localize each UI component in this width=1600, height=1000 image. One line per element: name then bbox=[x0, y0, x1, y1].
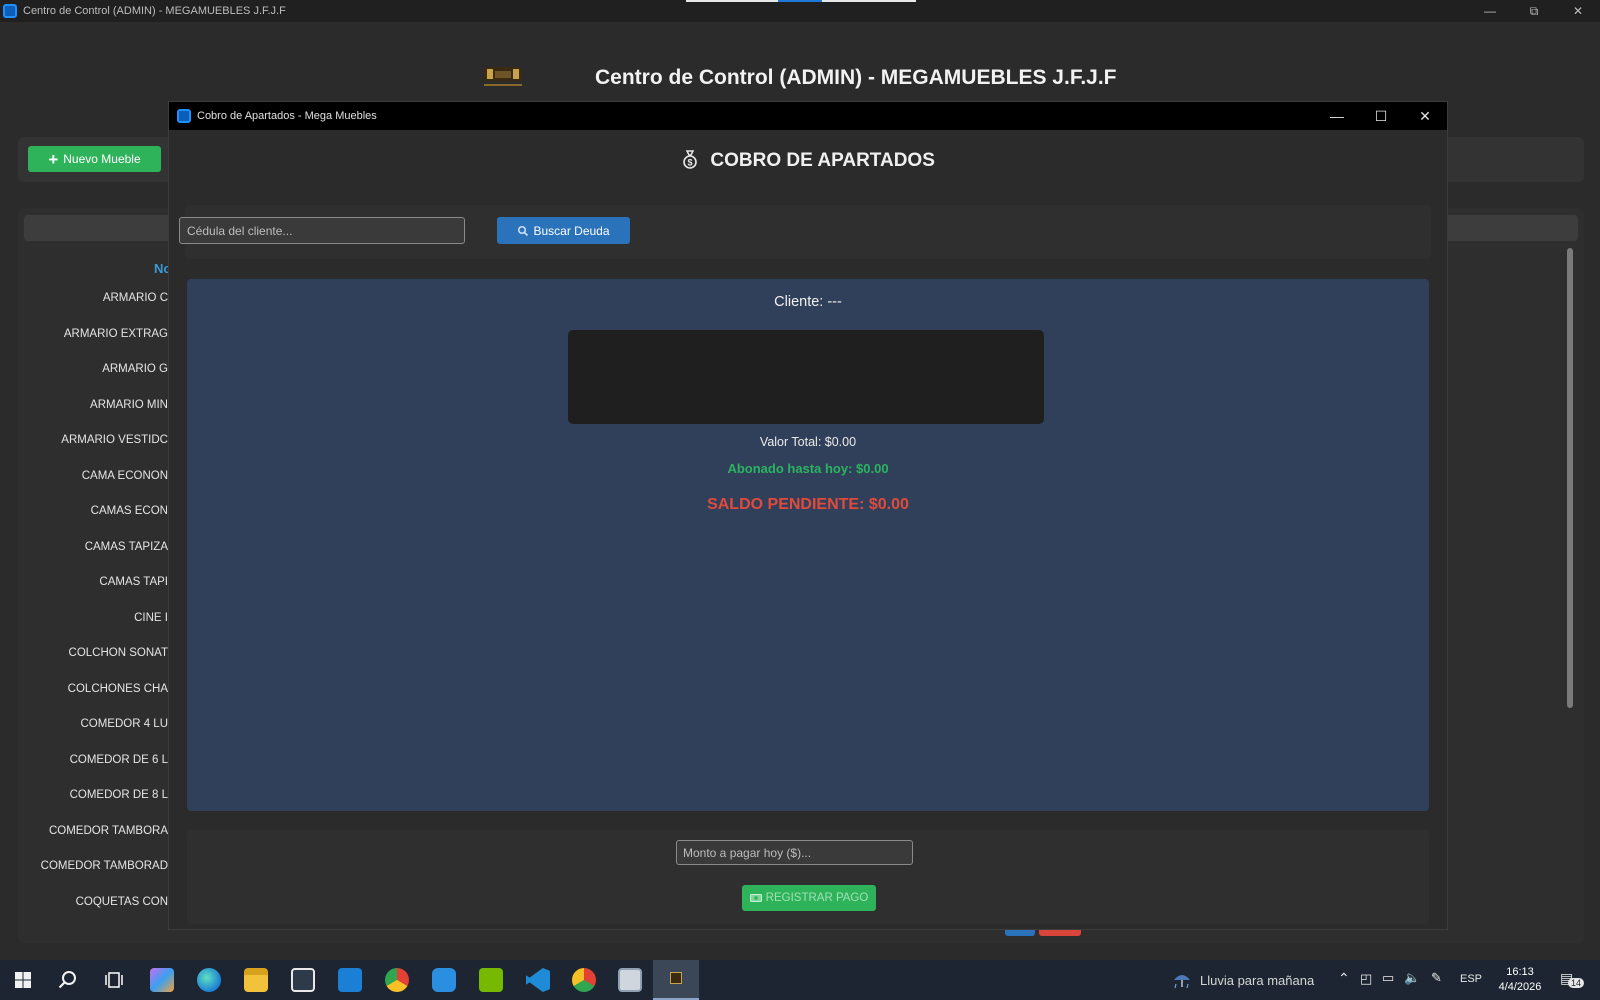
weather-text[interactable]: Lluvia para mañana bbox=[1200, 973, 1314, 988]
dialog-title: Cobro de Apartados - Mega Muebles bbox=[197, 110, 377, 122]
main-titlebar: Centro de Control (ADMIN) - MEGAMUEBLES … bbox=[0, 0, 1600, 22]
search-debt-button[interactable]: Buscar Deuda bbox=[497, 217, 630, 244]
register-payment-label: REGISTRAR PAGO bbox=[765, 892, 869, 904]
product-list-item[interactable]: COMEDOR TAMBORAD bbox=[0, 860, 168, 872]
volume-icon[interactable]: 🔈 bbox=[1404, 970, 1420, 986]
product-list-item[interactable]: ARMARIO MIN bbox=[0, 399, 168, 411]
file-explorer-icon[interactable] bbox=[244, 968, 268, 992]
dialog-minimize-button[interactable]: — bbox=[1315, 102, 1359, 130]
vscode-icon[interactable] bbox=[526, 968, 550, 992]
payment-dialog: Cobro de Apartados - Mega Muebles — ☐ ✕ … bbox=[168, 101, 1448, 930]
product-list-item[interactable]: COMEDOR DE 6 L bbox=[0, 754, 168, 766]
app-icon bbox=[3, 4, 17, 18]
main-window-title: Centro de Control (ADMIN) - MEGAMUEBLES … bbox=[23, 5, 286, 17]
product-list-item[interactable]: COLCHON SONAT bbox=[0, 647, 168, 659]
microsoft-store-icon[interactable] bbox=[291, 968, 315, 992]
app-icon[interactable] bbox=[432, 968, 456, 992]
rain-cloud-icon bbox=[1174, 975, 1190, 989]
main-header: Centro de Control (ADMIN) - MEGAMUEBLES … bbox=[0, 50, 1600, 105]
new-furniture-button[interactable]: + Nuevo Mueble bbox=[28, 146, 161, 172]
python-app-icon[interactable] bbox=[618, 968, 642, 992]
taskbar: Lluvia para mañana ⌃ ◰ ▭ 🔈 ✎ ESP 16:13 4… bbox=[0, 960, 1600, 1000]
client-label: Cliente: --- bbox=[774, 294, 842, 310]
camera-icon[interactable]: ◰ bbox=[1360, 971, 1372, 987]
chevron-up-icon[interactable]: ⌃ bbox=[1338, 970, 1350, 987]
product-list-item[interactable]: CAMAS ECON bbox=[0, 505, 168, 517]
product-list-item[interactable]: ARMARIO EXTRAG bbox=[0, 328, 168, 340]
search-icon bbox=[518, 225, 529, 236]
money-bag-icon: $ bbox=[683, 150, 697, 169]
company-logo bbox=[484, 67, 522, 86]
scrollbar-thumb[interactable] bbox=[1567, 248, 1573, 708]
megamuebles-app-icon bbox=[670, 972, 682, 984]
plus-icon: + bbox=[48, 149, 59, 169]
search-icon[interactable] bbox=[56, 968, 80, 992]
product-list-item[interactable]: ARMARIO G bbox=[0, 363, 168, 375]
dialog-heading: $ COBRO DE APARTADOS bbox=[169, 149, 1447, 172]
focus-strip bbox=[686, 0, 916, 2]
search-debt-label: Buscar Deuda bbox=[533, 223, 610, 238]
task-view-icon[interactable] bbox=[102, 968, 126, 992]
active-app-button[interactable] bbox=[653, 960, 699, 1000]
product-list-item[interactable]: COMEDOR TAMBORA bbox=[0, 825, 168, 837]
main-header-title: Centro de Control (ADMIN) - MEGAMUEBLES … bbox=[595, 66, 1117, 89]
app-icon bbox=[177, 109, 191, 123]
new-furniture-label: Nuevo Mueble bbox=[63, 152, 141, 166]
copilot-icon[interactable] bbox=[150, 968, 174, 992]
clock[interactable]: 16:13 4/4/2026 bbox=[1494, 965, 1546, 995]
product-list-item[interactable]: COQUETAS CON bbox=[0, 896, 168, 908]
minimize-button[interactable]: — bbox=[1468, 0, 1512, 22]
language-indicator[interactable]: ESP bbox=[1460, 973, 1482, 985]
dialog-titlebar: Cobro de Apartados - Mega Muebles — ☐ ✕ bbox=[169, 102, 1447, 130]
balance-value: SALDO PENDIENTE: $0.00 bbox=[707, 496, 909, 513]
product-list-item[interactable]: COMEDOR 4 LU bbox=[0, 718, 168, 730]
product-list-item[interactable]: COMEDOR DE 8 L bbox=[0, 789, 168, 801]
svg-text:$: $ bbox=[688, 158, 693, 168]
product-list-item[interactable]: CAMAS TAPIZA bbox=[0, 541, 168, 553]
network-icon[interactable]: ▭ bbox=[1382, 970, 1394, 986]
restore-button[interactable]: ⧉ bbox=[1512, 0, 1556, 22]
dialog-heading-text: COBRO DE APARTADOS bbox=[710, 150, 935, 171]
pen-icon[interactable]: ✎ bbox=[1431, 970, 1442, 986]
windows-start-icon[interactable] bbox=[11, 968, 35, 992]
nvidia-icon[interactable] bbox=[479, 968, 503, 992]
chrome-profile-icon[interactable] bbox=[572, 968, 596, 992]
debt-info-panel: Cliente: --- Valor Total: $0.00 Abonado … bbox=[187, 279, 1429, 811]
clock-date: 4/4/2026 bbox=[1498, 981, 1542, 993]
chrome-icon[interactable] bbox=[385, 968, 409, 992]
product-list-item[interactable]: COLCHONES CHA bbox=[0, 683, 168, 695]
paid-value: Abonado hasta hoy: $0.00 bbox=[727, 461, 889, 476]
register-payment-button[interactable]: REGISTRAR PAGO bbox=[742, 885, 876, 911]
edge-browser-icon[interactable] bbox=[197, 968, 221, 992]
product-list-item[interactable]: ARMARIO VESTIDC bbox=[0, 434, 168, 446]
product-list-item[interactable]: CAMAS TAPI bbox=[0, 576, 168, 588]
product-list-item[interactable]: ARMARIO C bbox=[0, 292, 168, 304]
dialog-close-button[interactable]: ✕ bbox=[1403, 102, 1447, 130]
outlook-mail-icon[interactable] bbox=[338, 968, 362, 992]
close-button[interactable]: ✕ bbox=[1556, 0, 1600, 22]
layaway-items-box bbox=[568, 330, 1044, 424]
product-list-item[interactable]: CINE I bbox=[0, 612, 168, 624]
product-list-item[interactable]: CAMA ECONON bbox=[0, 470, 168, 482]
total-value: Valor Total: $0.00 bbox=[759, 435, 857, 449]
list-scrollbar[interactable] bbox=[1565, 248, 1575, 708]
client-id-input[interactable] bbox=[179, 217, 465, 244]
dialog-maximize-button[interactable]: ☐ bbox=[1359, 102, 1403, 130]
cash-icon bbox=[749, 894, 762, 902]
payment-amount-input[interactable] bbox=[676, 840, 913, 865]
notification-count: 14 bbox=[1568, 978, 1585, 988]
clock-time: 16:13 bbox=[1506, 966, 1534, 978]
